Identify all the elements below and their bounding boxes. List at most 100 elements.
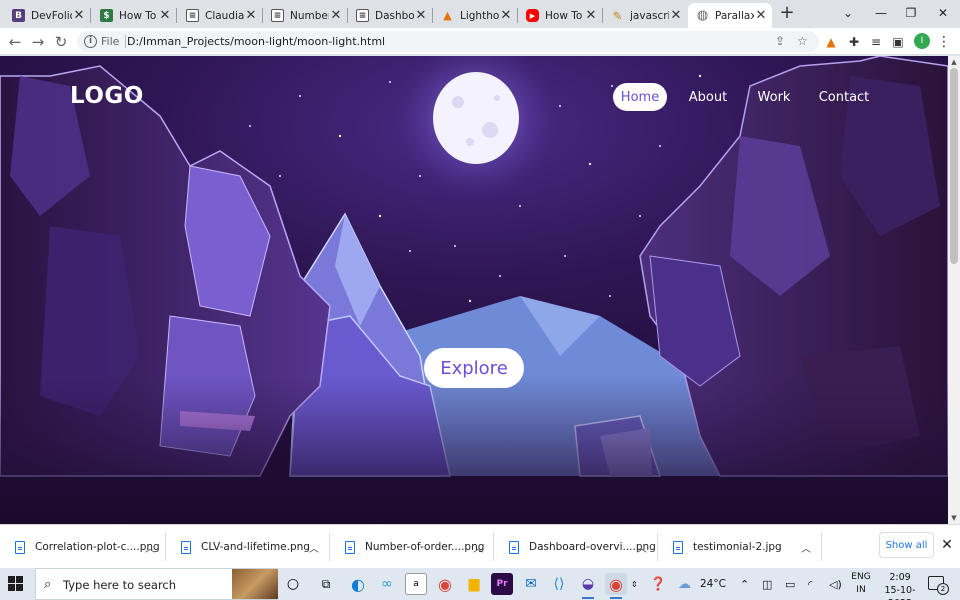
tab-youtube[interactable]: ▶ How To Us ✕ bbox=[518, 3, 603, 28]
chevron-up-icon[interactable]: ︿ bbox=[145, 540, 155, 555]
close-icon[interactable]: ✕ bbox=[414, 8, 428, 23]
tab-number-of[interactable]: ≡ Number-o ✕ bbox=[263, 3, 348, 28]
download-item[interactable]: Correlation-plot-c....png ︿ bbox=[0, 525, 166, 569]
chrome-icon[interactable]: ◉ bbox=[434, 573, 456, 595]
close-icon[interactable]: ✕ bbox=[72, 8, 86, 23]
tab-dashboard[interactable]: ≡ Dashboard ✕ bbox=[348, 3, 433, 28]
close-icon[interactable]: ✕ bbox=[669, 8, 683, 23]
mail-icon[interactable]: ✉ bbox=[520, 573, 542, 595]
download-item[interactable]: CLV-and-lifetime.png ︿ bbox=[166, 525, 330, 569]
wifi-icon[interactable]: ◜ bbox=[808, 568, 812, 600]
minimize-button[interactable]: — bbox=[866, 2, 896, 24]
tab-title: Parallax Sc bbox=[715, 9, 754, 22]
chevron-up-icon[interactable]: ︿ bbox=[637, 540, 647, 555]
restore-button[interactable]: ❐ bbox=[896, 2, 926, 24]
tab-claudia[interactable]: ≡ Claudia te ✕ bbox=[178, 3, 263, 28]
tab-how-to-build[interactable]: $ How To Bu ✕ bbox=[92, 3, 177, 28]
forward-button[interactable]: → bbox=[28, 32, 48, 52]
nav-contact[interactable]: Contact bbox=[818, 83, 870, 111]
close-window-button[interactable]: ✕ bbox=[928, 2, 958, 24]
url-text[interactable]: D:/Imman_Projects/moon-light/moon-light.… bbox=[127, 35, 385, 48]
info-icon[interactable]: i bbox=[84, 35, 97, 48]
battery-icon[interactable]: ▭ bbox=[785, 568, 795, 600]
chrome-running-icon[interactable]: ◉ bbox=[605, 573, 627, 599]
bookmark-star-icon[interactable]: ☆ bbox=[797, 34, 808, 48]
chevron-up-icon[interactable]: ︿ bbox=[309, 540, 319, 555]
address-bar[interactable]: i File D:/Imman_Projects/moon-light/moon… bbox=[77, 31, 819, 52]
language-indicator[interactable]: ENG IN bbox=[850, 571, 872, 597]
close-icon[interactable]: ✕ bbox=[158, 8, 172, 23]
close-icon[interactable]: ✕ bbox=[244, 8, 258, 23]
power-automate-icon[interactable]: ∞ bbox=[376, 573, 398, 595]
close-icon[interactable]: ✕ bbox=[754, 8, 768, 23]
tab-search-chevron-icon[interactable]: ⌄ bbox=[833, 2, 863, 24]
tab-title: Dashboard bbox=[375, 9, 414, 22]
weather-temp[interactable]: 24°C bbox=[700, 568, 726, 600]
tab-strip: B DevFolio B ✕ $ How To Bu ✕ ≡ Claudia t… bbox=[0, 0, 960, 28]
reading-list-icon[interactable]: ≡ bbox=[868, 34, 884, 50]
share-icon[interactable]: ⇪ bbox=[775, 34, 785, 48]
scroll-tray-icon[interactable]: ⇕ bbox=[631, 568, 638, 600]
side-panel-icon[interactable]: ▣ bbox=[890, 34, 906, 50]
extensions-puzzle-icon[interactable]: ✚ bbox=[846, 34, 862, 50]
volume-icon[interactable]: ◁) bbox=[829, 568, 842, 600]
back-button[interactable]: ← bbox=[5, 32, 25, 52]
nav-work[interactable]: Work bbox=[756, 83, 792, 111]
clock-date: 15-10-2022 bbox=[884, 585, 916, 600]
nav-about[interactable]: About bbox=[688, 83, 728, 111]
colorlib-icon: ≡ bbox=[271, 9, 284, 22]
globe-icon: ◍ bbox=[696, 8, 709, 23]
help-icon[interactable]: ❓ bbox=[650, 568, 666, 600]
taskbar-search[interactable]: ⌕ Type here to search bbox=[35, 568, 278, 600]
tab-javascript[interactable]: ✎ javascript ✕ bbox=[603, 3, 687, 28]
tab-parallax-active[interactable]: ◍ Parallax Sc ✕ bbox=[688, 3, 772, 28]
task-view-icon[interactable]: ⧉ bbox=[315, 573, 337, 595]
parallax-scene bbox=[0, 56, 948, 524]
premiere-pro-icon[interactable]: Pr bbox=[491, 573, 513, 595]
cortana-icon[interactable]: ○ bbox=[282, 573, 304, 595]
weather-cloud-icon[interactable]: ☁ bbox=[678, 568, 691, 600]
scroll-up-arrow-icon[interactable]: ▲ bbox=[950, 58, 958, 66]
windows-taskbar: ⌕ Type here to search ○ ⧉ ◐ ∞ a ◉ ▆ Pr ✉… bbox=[0, 568, 960, 600]
show-all-button[interactable]: Show all bbox=[879, 532, 934, 558]
windows-start-icon[interactable] bbox=[8, 576, 24, 592]
search-highlight-image[interactable] bbox=[232, 569, 278, 599]
chevron-up-icon[interactable]: ︿ bbox=[473, 540, 483, 555]
new-tab-button[interactable]: + bbox=[778, 4, 796, 23]
eclipse-icon[interactable]: ◒ bbox=[577, 573, 599, 599]
vscode-icon[interactable]: ⟨⟩ bbox=[548, 573, 570, 595]
menu-kebab-icon[interactable]: ⋮ bbox=[936, 34, 952, 50]
explore-button[interactable]: Explore bbox=[424, 348, 524, 388]
scroll-down-arrow-icon[interactable]: ▼ bbox=[950, 514, 958, 522]
notification-center-icon[interactable]: 2 bbox=[928, 576, 949, 595]
close-icon[interactable]: ✕ bbox=[329, 8, 343, 23]
file-icon bbox=[15, 540, 25, 554]
file-explorer-icon[interactable]: ▆ bbox=[463, 573, 485, 595]
profile-avatar[interactable]: I bbox=[914, 33, 930, 49]
chevron-up-tray-icon[interactable]: ⌃ bbox=[740, 568, 749, 600]
tab-devfolio[interactable]: B DevFolio B ✕ bbox=[4, 3, 91, 28]
download-item[interactable]: Dashboard-overvi....png ︿ bbox=[494, 525, 658, 569]
page-scrollbar[interactable]: ▲ ▼ bbox=[948, 56, 960, 524]
extension-lighthouse-icon[interactable]: ▲ bbox=[823, 34, 839, 50]
download-filename: Number-of-order....png bbox=[365, 541, 485, 553]
close-icon[interactable]: ✕ bbox=[584, 8, 598, 23]
chevron-up-icon[interactable]: ︿ bbox=[801, 540, 811, 555]
close-icon[interactable]: ✕ bbox=[499, 8, 513, 23]
site-logo[interactable]: LOGO bbox=[70, 83, 144, 109]
lang-region: IN bbox=[856, 585, 866, 595]
download-item[interactable]: testimonial-2.jpg ︿ bbox=[658, 525, 822, 569]
close-shelf-icon[interactable]: ✕ bbox=[940, 537, 954, 553]
scrollbar-thumb[interactable] bbox=[950, 68, 958, 264]
tab-lighthouse[interactable]: ▲ Lighthouse ✕ bbox=[433, 3, 518, 28]
system-clock[interactable]: 2:09 15-10-2022 bbox=[875, 571, 925, 600]
amazon-icon[interactable]: a bbox=[405, 573, 427, 595]
reload-button[interactable]: ↻ bbox=[51, 32, 71, 52]
tab-title: How To Bu bbox=[119, 9, 158, 22]
tab-title: Number-o bbox=[290, 9, 329, 22]
download-item[interactable]: Number-of-order....png ︿ bbox=[330, 525, 494, 569]
meet-now-icon[interactable]: ◫ bbox=[762, 568, 772, 600]
nav-home[interactable]: Home bbox=[613, 83, 667, 111]
edge-icon[interactable]: ◐ bbox=[347, 573, 369, 595]
file-icon bbox=[673, 540, 683, 554]
